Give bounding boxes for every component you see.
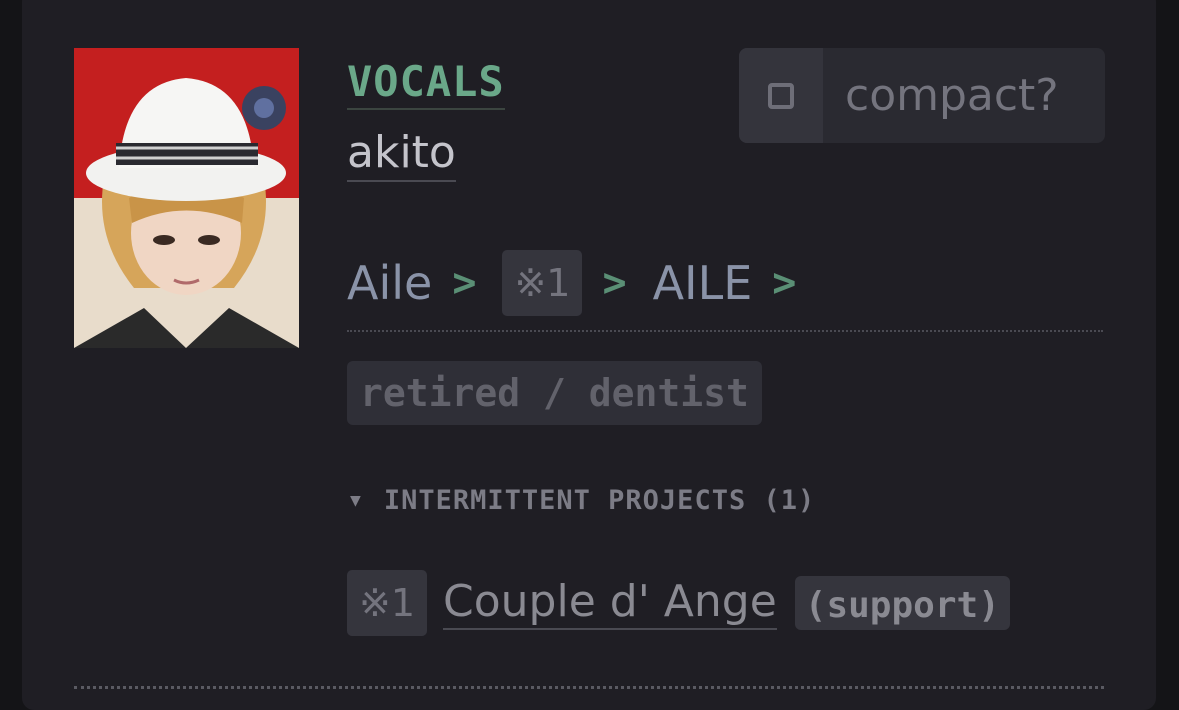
checkbox-icon[interactable] bbox=[768, 82, 794, 109]
project-link[interactable]: Couple d' Ange bbox=[443, 576, 777, 630]
projects-toggle[interactable]: ▼ INTERMITTENT PROJECTS (1) bbox=[350, 480, 815, 520]
compact-checkbox-wrap[interactable] bbox=[739, 48, 823, 143]
project-item: ※1 Couple d' Ange (support) bbox=[347, 570, 1010, 636]
project-note-badge: (support) bbox=[794, 576, 1010, 630]
member-photo bbox=[74, 48, 299, 348]
triangle-down-icon[interactable]: ▼ bbox=[350, 490, 362, 511]
footnote-tag: ※1 bbox=[347, 570, 428, 636]
member-photo-image bbox=[74, 48, 299, 348]
band-path: Aile > ※1 > AILE > bbox=[347, 250, 822, 316]
compact-toggle[interactable]: compact? bbox=[739, 48, 1105, 143]
band-link-aile[interactable]: Aile bbox=[347, 256, 432, 310]
compact-label[interactable]: compact? bbox=[823, 48, 1105, 143]
band-link-aile-caps[interactable]: AILE bbox=[653, 256, 753, 310]
projects-heading[interactable]: INTERMITTENT PROJECTS (1) bbox=[384, 485, 815, 516]
member-name[interactable]: akito bbox=[347, 128, 456, 182]
divider bbox=[74, 686, 1104, 689]
chevron-right-icon: > bbox=[772, 260, 797, 306]
status-badge: retired / dentist bbox=[347, 361, 762, 425]
footnote-tag: ※1 bbox=[502, 250, 583, 316]
chevron-right-icon: > bbox=[602, 260, 627, 306]
divider bbox=[347, 330, 1103, 332]
member-role: VOCALS bbox=[347, 58, 505, 110]
chevron-right-icon: > bbox=[452, 260, 477, 306]
